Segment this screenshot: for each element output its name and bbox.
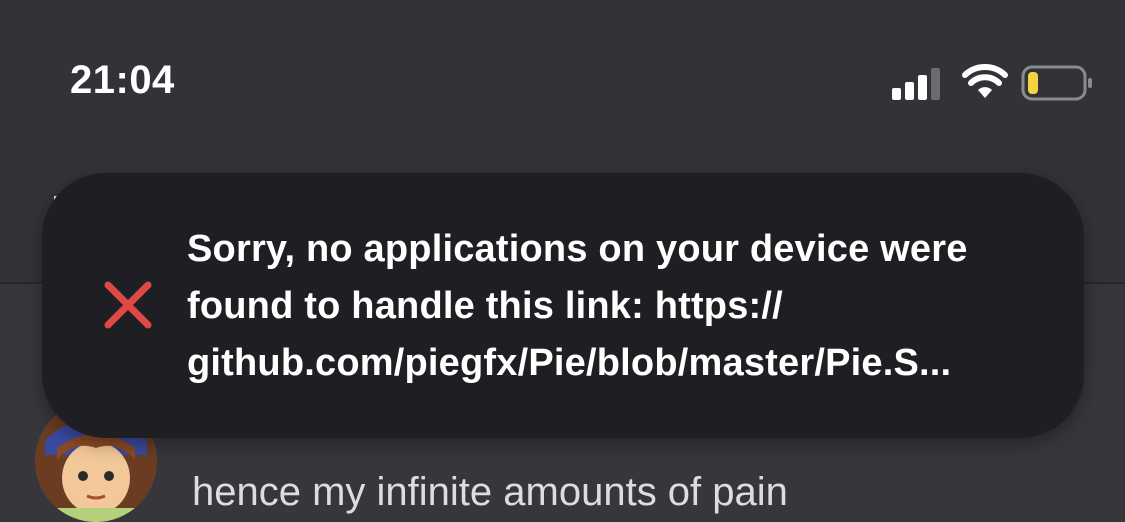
toast-message: Sorry, no applications on your device we… (187, 221, 1067, 392)
cellular-signal-icon (892, 68, 940, 100)
error-toast[interactable]: Sorry, no applications on your device we… (42, 173, 1084, 438)
error-x-icon (104, 281, 152, 329)
status-time: 21:04 (70, 58, 175, 102)
wifi-icon (962, 64, 1008, 98)
toast-line-3: github.com/piegfx/Pie/blob/master/Pie.S.… (187, 342, 952, 384)
toast-line-1: Sorry, no applications on your device we… (187, 228, 968, 270)
battery-low-icon (1021, 65, 1092, 101)
message-text: hence my infinite amounts of pain (192, 470, 788, 514)
toast-line-2: found to handle this link: https:// (187, 285, 783, 327)
